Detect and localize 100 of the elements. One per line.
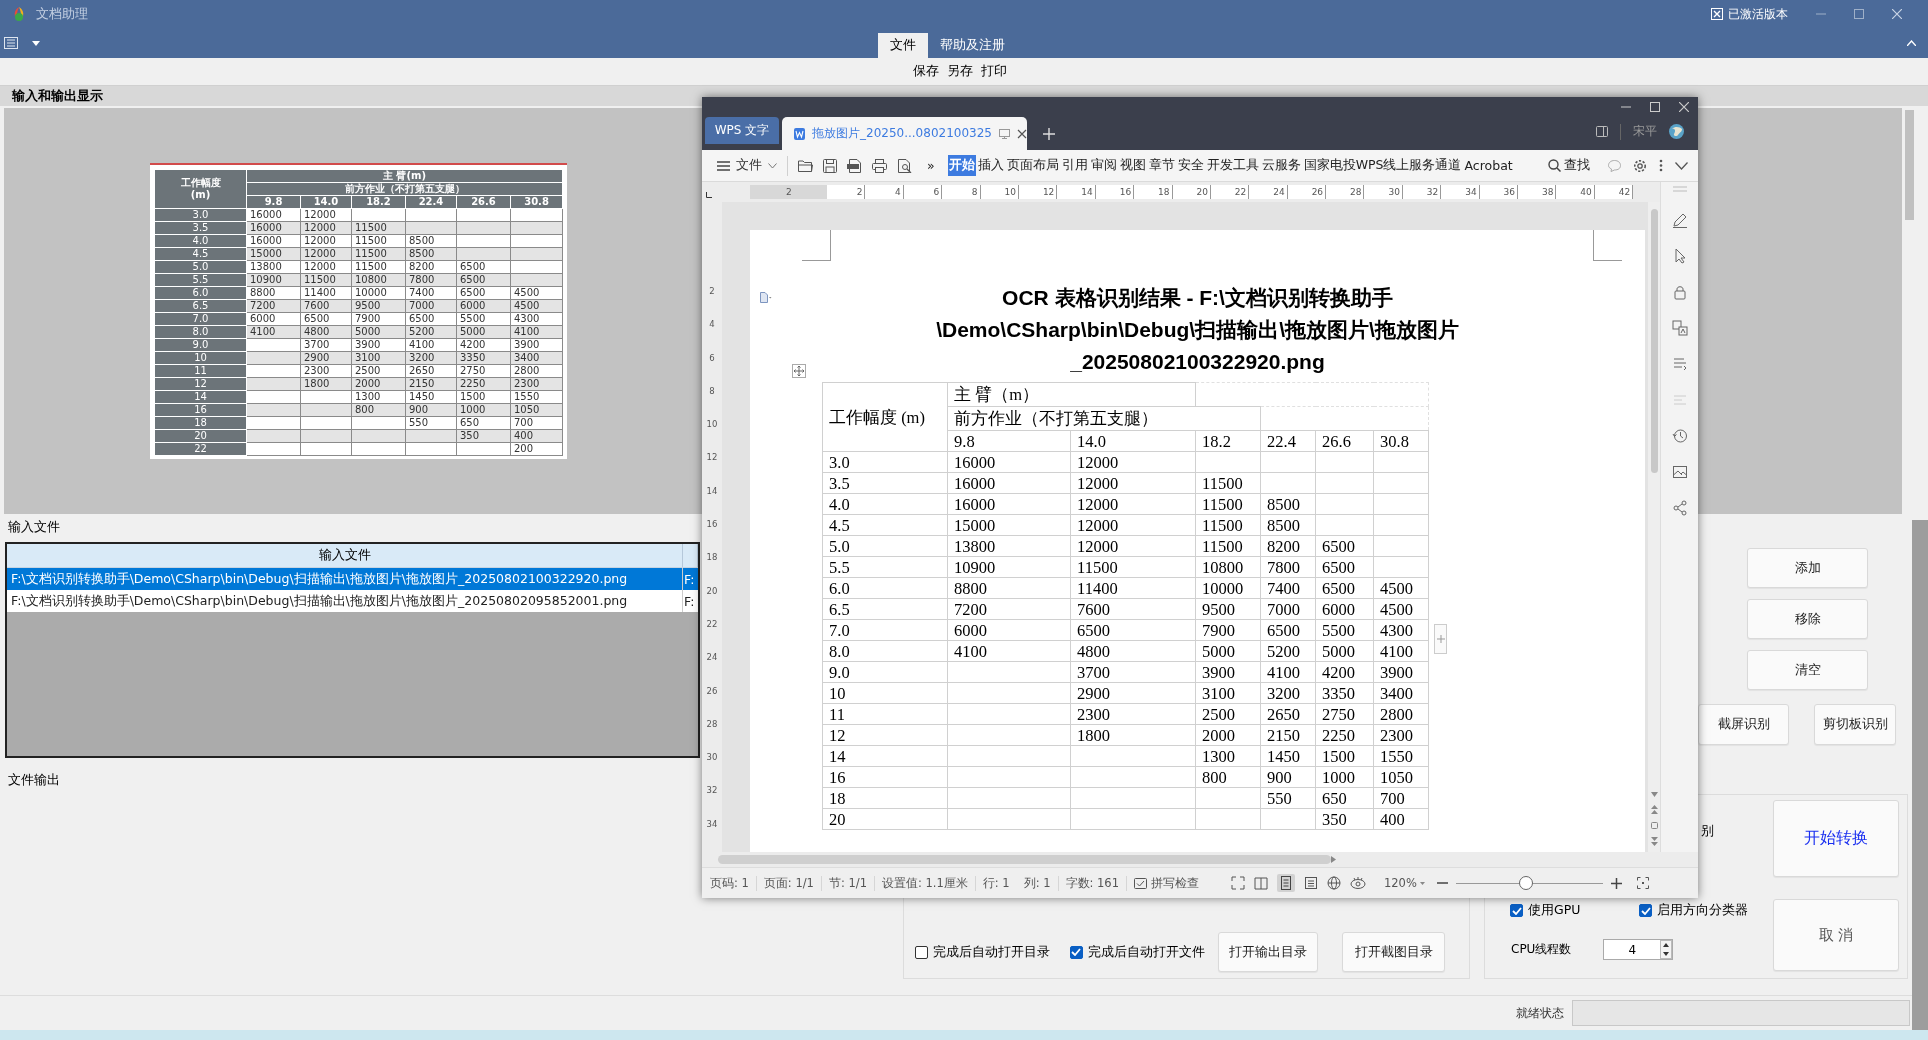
- menu-tab[interactable]: 章节: [1147, 155, 1176, 176]
- print-preview-icon[interactable]: [897, 158, 912, 173]
- menu-tab[interactable]: 开发工具: [1205, 155, 1260, 176]
- fit-screen-icon[interactable]: [1636, 877, 1649, 889]
- page-view-icon[interactable]: [1277, 874, 1295, 892]
- ribbon-tab[interactable]: 文件: [878, 33, 928, 58]
- activation-label[interactable]: 已激活版本: [1728, 5, 1788, 23]
- table-cell: 700: [1373, 787, 1429, 809]
- table-cell: 11500: [1195, 493, 1261, 515]
- column-header: 输入文件: [7, 544, 683, 567]
- cancel-button[interactable]: 取 消: [1773, 899, 1899, 971]
- spell-check-button[interactable]: 拼写检查: [1134, 875, 1199, 891]
- scrollbar[interactable]: [702, 852, 1698, 867]
- chevron-down-icon[interactable]: [1675, 161, 1688, 170]
- layout-icon[interactable]: [4, 37, 18, 49]
- folder-button[interactable]: 打开输出目录: [1217, 932, 1319, 972]
- menu-tab[interactable]: Acrobat: [1463, 155, 1514, 176]
- ribbon-action[interactable]: 保存: [912, 63, 940, 80]
- pen-icon[interactable]: [1671, 212, 1688, 228]
- menu-tab[interactable]: 插入: [976, 155, 1005, 176]
- panel-icon[interactable]: [1596, 126, 1608, 137]
- collapse-icon[interactable]: [1907, 40, 1916, 46]
- recognize-button[interactable]: 截屏识别: [1698, 704, 1789, 745]
- scrollbar-thumb[interactable]: [1904, 110, 1914, 220]
- checkbox[interactable]: [1069, 945, 1083, 959]
- folder-icon[interactable]: [798, 159, 813, 172]
- menu-tab[interactable]: 视图: [1118, 155, 1147, 176]
- scrollbar-thumb[interactable]: [1650, 209, 1658, 473]
- outline-view-icon[interactable]: [1304, 876, 1318, 890]
- lock-icon[interactable]: [1671, 284, 1688, 300]
- table-cell: 6000: [1315, 598, 1374, 620]
- book-icon[interactable]: [1254, 876, 1268, 890]
- plus-icon[interactable]: [1043, 128, 1055, 140]
- tab-stop-icon[interactable]: [706, 192, 712, 198]
- menu-tab[interactable]: 审阅: [1089, 155, 1118, 176]
- web-icon[interactable]: [1327, 876, 1341, 890]
- user-name[interactable]: 宋平: [1633, 123, 1657, 140]
- monitor-icon[interactable]: [998, 128, 1010, 139]
- ribbon-action[interactable]: 另存: [946, 63, 974, 80]
- document-icon[interactable]: [759, 292, 772, 304]
- translate-icon[interactable]: [1671, 320, 1688, 336]
- folder-button[interactable]: 打开截图目录: [1342, 932, 1445, 972]
- search-button[interactable]: 查找: [1548, 157, 1590, 174]
- checkbox[interactable]: [1510, 904, 1523, 917]
- history-icon[interactable]: [1671, 428, 1688, 444]
- spinner-arrows-icon[interactable]: [1660, 940, 1673, 959]
- scrollbar-thumb[interactable]: [718, 855, 1331, 864]
- menu-tab[interactable]: 国家电投WPS线上服务通道: [1302, 155, 1463, 176]
- menu-tab[interactable]: 云服务: [1260, 155, 1302, 176]
- row-header: 5.5: [822, 556, 948, 578]
- browse-object-icon[interactable]: [1650, 822, 1658, 829]
- side-button[interactable]: 移除: [1747, 599, 1868, 639]
- menu-tab[interactable]: 安全: [1176, 155, 1205, 176]
- menu-tab[interactable]: 页面布局: [1005, 155, 1060, 176]
- ribbon-action[interactable]: 打印: [980, 63, 1008, 80]
- app-tab[interactable]: WPS 文字: [705, 117, 779, 144]
- table-cell: 16000: [947, 472, 1071, 494]
- table-cell: 2900: [1070, 682, 1196, 704]
- menu-tab[interactable]: 开始: [947, 155, 976, 176]
- move-handle-icon[interactable]: [792, 364, 806, 378]
- side-button[interactable]: 清空: [1747, 650, 1868, 690]
- next-page-icon[interactable]: [1650, 837, 1658, 846]
- zoom-in-icon[interactable]: [1610, 877, 1622, 889]
- previous-page-icon[interactable]: [1650, 805, 1658, 814]
- more-button[interactable]: »: [926, 156, 936, 175]
- file-row[interactable]: F:\文档识别转换助手\Demo\CSharp\bin\Debug\扫描输出\拖放图片\拖放图片_20250802100322920.png F:: [7, 568, 698, 590]
- ribbon-tab[interactable]: 帮助及注册: [928, 33, 1017, 58]
- slider-thumb[interactable]: [1519, 876, 1534, 890]
- close-icon[interactable]: [1016, 128, 1027, 139]
- file-menu[interactable]: 文件: [717, 157, 777, 174]
- close-box-icon[interactable]: [1711, 8, 1723, 20]
- settings-icon[interactable]: [1633, 158, 1647, 173]
- pdf-icon[interactable]: [847, 158, 862, 173]
- avatar-icon[interactable]: [1669, 124, 1684, 139]
- share-icon[interactable]: [1671, 500, 1688, 516]
- side-button[interactable]: 添加: [1747, 548, 1868, 588]
- table-cell: 10800: [1195, 556, 1261, 578]
- more-icon[interactable]: [1659, 159, 1663, 172]
- file-row[interactable]: F:\文档识别转换助手\Demo\CSharp\bin\Debug\扫描输出\拖放图片\拖放图片_20250802095852001.png F:: [7, 590, 698, 612]
- recognize-button[interactable]: 剪切板识别: [1814, 704, 1896, 745]
- table-cell: 550: [1260, 787, 1316, 809]
- eye-icon[interactable]: [1350, 876, 1366, 890]
- save-icon[interactable]: [823, 158, 837, 173]
- table-cell: 6500: [1315, 535, 1374, 557]
- menu-tab[interactable]: 引用: [1060, 155, 1089, 176]
- maximize-icon[interactable]: [1650, 102, 1660, 112]
- grip-icon[interactable]: [1672, 186, 1687, 192]
- checkbox-label: 完成后自动打开文件: [1087, 943, 1205, 961]
- scroll-down-icon[interactable]: [1650, 792, 1658, 797]
- print-icon[interactable]: [872, 158, 887, 173]
- caret-icon[interactable]: [32, 40, 40, 46]
- zoom-dropdown[interactable]: 120%: [1384, 876, 1425, 890]
- table-cell: 3400: [1373, 682, 1429, 704]
- start-button[interactable]: 开始转换: [1773, 800, 1899, 877]
- checkbox[interactable]: [915, 945, 928, 959]
- document-tab[interactable]: 拖放图片_20250...0802100325: [782, 117, 1027, 150]
- number-field[interactable]: 4: [1603, 939, 1674, 960]
- image-icon[interactable]: [1671, 464, 1688, 480]
- checkbox[interactable]: [1639, 904, 1652, 917]
- ruler-number: 26: [706, 685, 718, 696]
